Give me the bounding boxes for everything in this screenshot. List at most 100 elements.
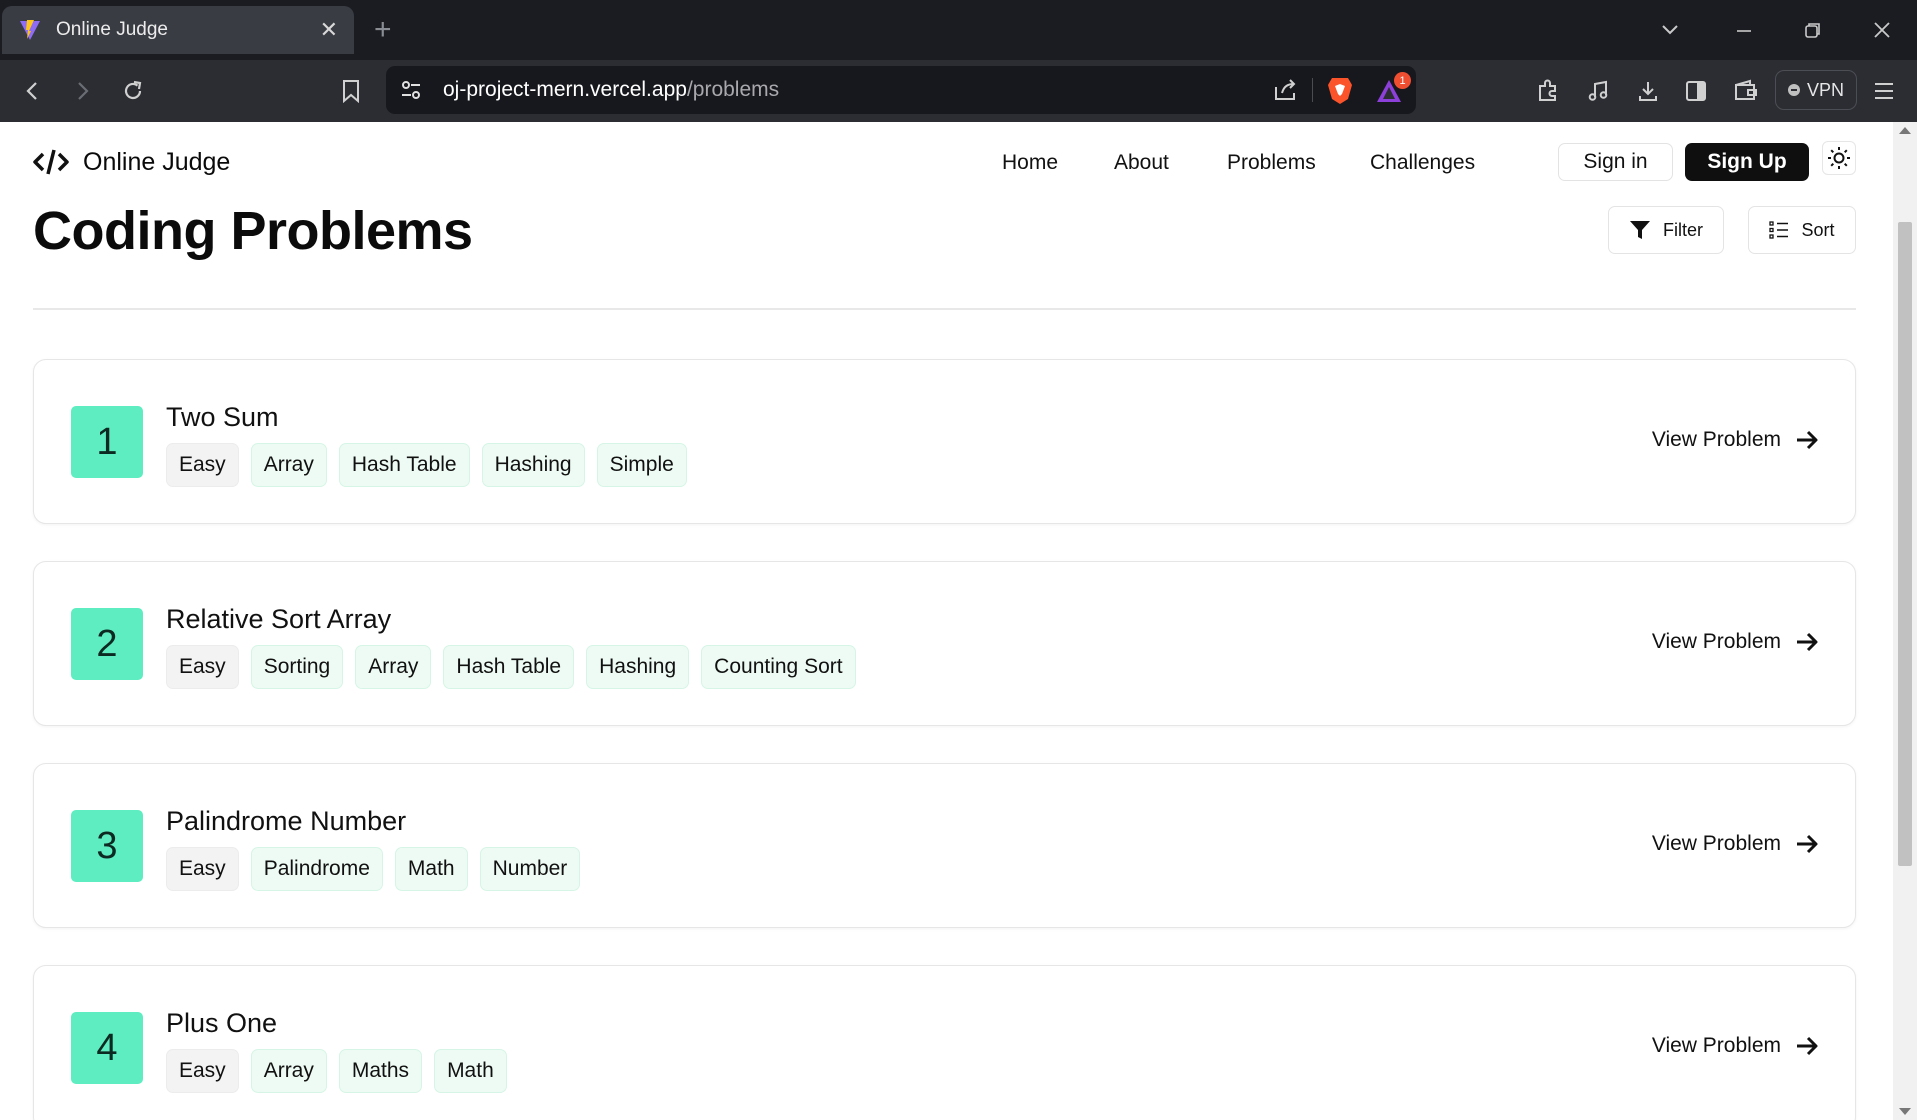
sign-up-button[interactable]: Sign Up [1685, 143, 1809, 181]
topic-tag: Array [355, 645, 432, 689]
vpn-status-icon [1787, 84, 1800, 96]
topic-tag: Simple [596, 443, 687, 487]
problem-card[interactable]: 1 Two Sum Easy Array Hash Table Hashing … [33, 359, 1856, 524]
vpn-button[interactable]: VPN [1775, 70, 1857, 110]
problem-tags: Easy Array Maths Math [166, 1049, 507, 1093]
difficulty-tag: Easy [166, 443, 239, 487]
menu-icon[interactable] [1869, 76, 1899, 106]
topic-tag: Array [250, 443, 327, 487]
problem-title[interactable]: Two Sum [166, 402, 279, 433]
filter-label: Filter [1663, 219, 1703, 240]
view-problem-link[interactable]: View Problem [1652, 1034, 1819, 1058]
site-logo-text: Online Judge [83, 147, 231, 176]
problem-tags: Easy Palindrome Math Number [166, 847, 581, 891]
header-divider [33, 308, 1856, 310]
minimize-icon[interactable] [1735, 22, 1753, 40]
nav-link-problems[interactable]: Problems [1227, 151, 1316, 175]
problem-card[interactable]: 3 Palindrome Number Easy Palindrome Math… [33, 763, 1856, 928]
theme-toggle-button[interactable] [1822, 141, 1856, 175]
difficulty-tag: Easy [166, 1049, 239, 1093]
extensions-icon[interactable] [1533, 76, 1563, 106]
media-icon[interactable] [1583, 76, 1613, 106]
topic-tag: Maths [338, 1049, 423, 1093]
topic-tag: Math [394, 847, 468, 891]
scroll-down-arrow-icon[interactable] [1899, 1108, 1911, 1115]
problem-card[interactable]: 2 Relative Sort Array Easy Sorting Array… [33, 561, 1856, 726]
scrollbar-thumb[interactable] [1898, 222, 1912, 866]
topic-tag: Hashing [586, 645, 690, 689]
vite-favicon-icon [20, 20, 40, 40]
view-problem-link[interactable]: View Problem [1652, 832, 1819, 856]
nav-link-challenges[interactable]: Challenges [1370, 151, 1475, 175]
sort-button[interactable]: Sort [1748, 206, 1856, 254]
topic-tag: Counting Sort [701, 645, 856, 689]
notification-badge: 1 [1394, 72, 1411, 89]
arrow-right-icon [1797, 1036, 1818, 1056]
page-viewport: Online Judge Home About Problems Challen… [0, 122, 1893, 1120]
reload-icon[interactable] [118, 76, 148, 106]
topic-tag: Array [250, 1049, 327, 1093]
topic-tag: Sorting [250, 645, 344, 689]
url-host: oj-project-mern.vercel.app [443, 78, 687, 101]
sidebar-icon[interactable] [1681, 76, 1711, 106]
site-settings-icon[interactable] [400, 79, 422, 101]
difficulty-tag: Easy [166, 847, 239, 891]
topic-tag: Number [479, 847, 581, 891]
view-problem-label: View Problem [1651, 832, 1781, 855]
forward-icon[interactable] [67, 76, 97, 106]
brave-shields-icon[interactable] [1326, 75, 1354, 105]
url-path: /problems [686, 78, 780, 101]
problem-tags: Easy Array Hash Table Hashing Simple [166, 443, 687, 487]
problem-tags: Easy Sorting Array Hash Table Hashing Co… [166, 645, 856, 689]
view-problem-label: View Problem [1651, 630, 1781, 653]
filter-button[interactable]: Filter [1608, 206, 1724, 254]
scroll-up-arrow-icon[interactable] [1899, 127, 1911, 134]
filter-icon [1630, 221, 1650, 239]
browser-tab-bar: Online Judge ✕ + [0, 0, 1917, 60]
sign-in-button[interactable]: Sign in [1558, 143, 1673, 181]
topic-tag: Hash Table [338, 443, 470, 487]
problem-card[interactable]: 4 Plus One Easy Array Maths Math View Pr… [33, 965, 1856, 1120]
problem-number-badge: 3 [71, 810, 143, 882]
problem-title[interactable]: Plus One [166, 1008, 277, 1039]
topic-tag: Palindrome [250, 847, 383, 891]
site-logo[interactable]: Online Judge [33, 147, 230, 177]
bookmark-icon[interactable] [336, 76, 366, 106]
topic-tag: Hashing [481, 443, 585, 487]
sun-icon [1828, 147, 1850, 169]
page-title: Coding Problems [33, 201, 473, 261]
problem-number-badge: 1 [71, 406, 143, 478]
nav-link-about[interactable]: About [1114, 151, 1169, 175]
problem-number-badge: 4 [71, 1012, 143, 1084]
sort-label: Sort [1801, 219, 1835, 240]
topic-tag: Math [434, 1049, 507, 1093]
arrow-right-icon [1797, 834, 1818, 854]
problem-title[interactable]: Palindrome Number [166, 806, 406, 837]
page-scrollbar[interactable] [1893, 122, 1917, 1120]
browser-toolbar: oj-project-mern.vercel.app/problems 1 VP… [0, 60, 1917, 122]
tab-close-icon[interactable]: ✕ [320, 19, 338, 41]
download-icon[interactable] [1633, 76, 1663, 106]
new-tab-icon[interactable]: + [374, 12, 392, 48]
difficulty-tag: Easy [166, 645, 239, 689]
back-icon[interactable] [18, 76, 48, 106]
arrow-right-icon [1797, 430, 1818, 450]
close-window-icon[interactable] [1873, 21, 1891, 39]
share-icon[interactable] [1272, 77, 1298, 103]
nav-link-home[interactable]: Home [1002, 151, 1058, 175]
url-text: oj-project-mern.vercel.app/problems [443, 78, 779, 102]
topic-tag: Hash Table [443, 645, 575, 689]
problem-number-badge: 2 [71, 608, 143, 680]
vpn-label: VPN [1806, 79, 1844, 100]
view-problem-link[interactable]: View Problem [1652, 630, 1819, 654]
wallet-icon[interactable] [1731, 76, 1761, 106]
view-problem-label: View Problem [1651, 428, 1781, 451]
problem-title[interactable]: Relative Sort Array [166, 604, 391, 635]
list-sort-icon [1769, 221, 1789, 239]
browser-tab[interactable]: Online Judge ✕ [2, 6, 354, 54]
address-bar[interactable]: oj-project-mern.vercel.app/problems 1 [386, 66, 1416, 114]
tab-search-chevron-icon[interactable] [1661, 20, 1679, 38]
view-problem-link[interactable]: View Problem [1652, 428, 1819, 452]
restore-icon[interactable] [1804, 21, 1822, 39]
arrow-right-icon [1797, 632, 1818, 652]
